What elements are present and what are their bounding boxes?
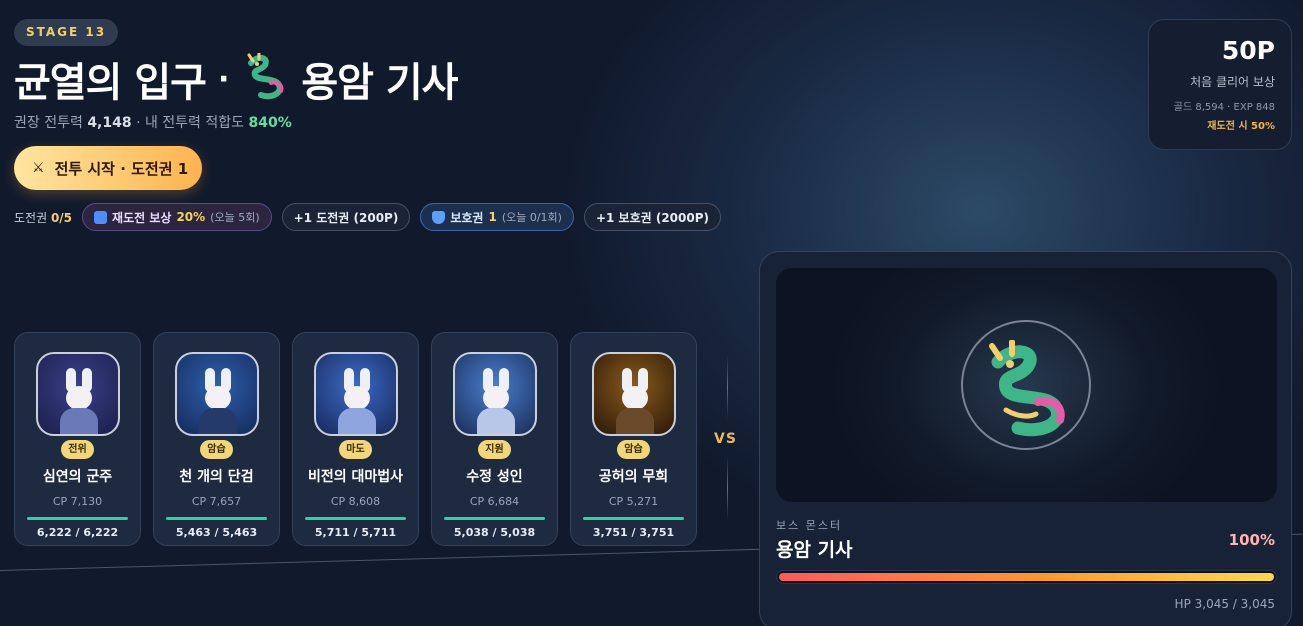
ticket-count-value: 0/5 [50, 210, 73, 225]
hero-hp: 6,222 / 6,222 [36, 526, 119, 539]
reward-detail: 골드 8,594 · EXP 848 [1173, 102, 1275, 113]
vs-label: VS [714, 431, 737, 447]
hero-portrait [313, 352, 398, 436]
hero-portrait [35, 352, 120, 436]
recommended-power-line: 권장 전투력 4,148 · 내 전투력 적합도 840% [14, 112, 292, 132]
hero-name: 천 개의 단검 [179, 469, 254, 485]
hero-portrait [591, 352, 676, 436]
hero-role-badge: 지원 [478, 440, 511, 459]
hero-card[interactable]: 암습 공허의 무희 CP 5,271 3,751 / 3,751 [570, 332, 697, 546]
boss-hp-text: HP 3,045 / 3,045 [1174, 597, 1275, 611]
hero-portrait [452, 352, 537, 436]
hero-card[interactable]: 전위 심연의 군주 CP 7,130 6,222 / 6,222 [14, 332, 141, 546]
vs-divider-bottom [727, 456, 728, 520]
page-title: 균열의 입구 · 용암 기사 [14, 51, 458, 106]
shield-pill: 보호권 1 (오늘 0/1회) [420, 203, 574, 231]
stage-badge: STAGE 13 [14, 19, 119, 46]
recommended-cp: 4,148 [87, 115, 132, 131]
hero-cp: CP 5,271 [608, 495, 659, 508]
boss-hp-fill [779, 573, 1274, 581]
fitness-value: 840% [248, 115, 292, 131]
reward-points: 50P [1221, 36, 1275, 65]
hero-card[interactable]: 마도 비전의 대마법사 CP 8,608 5,711 / 5,711 [292, 332, 419, 546]
buy-shield-button[interactable]: +1 보호권 (2000P) [583, 203, 722, 231]
hero-cp: CP 7,130 [52, 495, 103, 508]
hero-portrait [174, 352, 259, 436]
hero-card[interactable]: 지원 수정 성인 CP 6,684 5,038 / 5,038 [431, 332, 558, 546]
hero-hp: 3,751 / 3,751 [592, 526, 675, 539]
ticket-label: 도전권 [14, 210, 48, 225]
hero-role-badge: 암습 [200, 440, 233, 459]
fitness-label: · 내 전투력 적합도 [136, 115, 245, 131]
hero-cp: CP 6,684 [469, 495, 520, 508]
hero-role-badge: 마도 [339, 440, 372, 459]
hero-hp-bar [583, 517, 684, 520]
hero-hp-bar [305, 517, 406, 520]
hero-hp-bar [166, 517, 267, 520]
dragon-icon [241, 51, 289, 105]
vs-divider-top [727, 355, 728, 419]
hero-role-badge: 전위 [61, 440, 94, 459]
party-list: 전위 심연의 군주 CP 7,130 6,222 / 6,222 암습 천 개의… [14, 332, 697, 546]
hero-cp: CP 7,657 [191, 495, 242, 508]
hero-hp: 5,711 / 5,711 [314, 526, 397, 539]
start-battle-button[interactable]: ⚔ 전투 시작 · 도전권 1 [14, 146, 202, 190]
boss-name: 용암 기사 [776, 539, 853, 561]
reward-retry-note: 재도전 시 50% [1207, 121, 1275, 132]
dragon-icon [989, 340, 1065, 437]
hero-hp: 5,038 / 5,038 [453, 526, 536, 539]
boss-hp-percent: 100% [1228, 531, 1275, 549]
shield-icon [432, 210, 446, 224]
shield-label: 보호권 [450, 210, 484, 225]
retry-today: (오늘 5회) [210, 211, 260, 224]
retry-reward-label: 재도전 보상 [112, 210, 172, 225]
hero-name: 수정 성인 [466, 469, 523, 485]
retry-reward-value: 20% [176, 210, 206, 224]
ticket-count: 도전권 0/5 [14, 209, 72, 226]
hero-hp: 5,463 / 5,463 [175, 526, 258, 539]
hero-hp-bar [27, 517, 128, 520]
title-location: 균열의 입구 [14, 60, 207, 106]
buy-ticket-button[interactable]: +1 도전권 (200P) [281, 203, 411, 231]
hero-hp-bar [444, 517, 545, 520]
boss-hp-bar [776, 570, 1277, 584]
hero-name: 비전의 대마법사 [307, 469, 404, 485]
title-separator: · [217, 61, 230, 97]
shield-today: (오늘 0/1회) [501, 211, 562, 224]
title-boss: 용암 기사 [301, 60, 458, 106]
boss-label: 보스 몬스터 [776, 519, 843, 532]
hero-name: 심연의 군주 [42, 469, 113, 485]
recommended-label: 권장 전투력 [14, 115, 83, 131]
retry-icon [94, 210, 108, 224]
hero-cp: CP 8,608 [330, 495, 381, 508]
boss-portrait [776, 268, 1277, 502]
hero-role-badge: 암습 [617, 440, 650, 459]
first-clear-reward-card: 50P 처음 클리어 보상 골드 8,594 · EXP 848 재도전 시 5… [1148, 19, 1292, 150]
retry-reward-pill: 재도전 보상 20% (오늘 5회) [82, 203, 272, 231]
hero-card[interactable]: 암습 천 개의 단검 CP 7,657 5,463 / 5,463 [153, 332, 280, 546]
hero-name: 공허의 무희 [598, 469, 669, 485]
reward-label: 처음 클리어 보상 [1190, 75, 1275, 89]
boss-card: 보스 몬스터 용암 기사 100% HP 3,045 / 3,045 [759, 251, 1292, 626]
start-battle-label: 전투 시작 · 도전권 1 [54, 159, 189, 178]
ticket-bar: 도전권 0/5 재도전 보상 20% (오늘 5회) +1 도전권 (200P)… [14, 203, 722, 231]
crossed-swords-icon: ⚔ [32, 160, 45, 176]
shield-value: 1 [488, 210, 497, 224]
